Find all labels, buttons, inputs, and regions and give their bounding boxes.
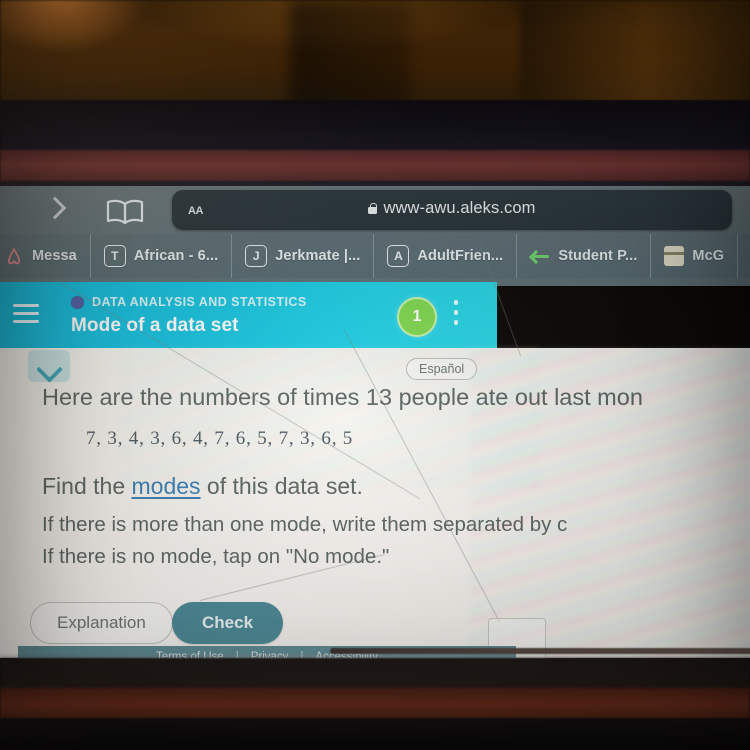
- device-edge-reflection: [330, 648, 750, 654]
- letter-t-icon: T: [103, 245, 126, 267]
- url-text: www-awu.aleks.com: [383, 199, 536, 217]
- browser-chrome: AA www-awu.aleks.com Messa T African - 6…: [0, 186, 750, 286]
- purple-dot-icon: [71, 295, 84, 309]
- explanation-button[interactable]: Explanation: [30, 602, 173, 644]
- topic-category: DATA ANALYSIS AND STATISTICS: [92, 295, 307, 309]
- url-display[interactable]: www-awu.aleks.com: [172, 199, 732, 218]
- tab-label: African - 6...: [133, 248, 219, 264]
- tab-label: Jerkmate |...: [275, 248, 361, 264]
- lock-icon: [368, 203, 378, 214]
- progress-badge[interactable]: 1: [397, 297, 437, 337]
- green-arrow-icon: [530, 246, 550, 266]
- device-bezel-bottom: [0, 658, 750, 692]
- tab-label: AdultFrien...: [417, 248, 504, 264]
- modes-glossary-link[interactable]: modes: [132, 473, 201, 499]
- instruction-no-mode: If there is no mode, tap on "No mode.": [42, 545, 390, 568]
- tab-adultfriend[interactable]: A AdultFrien...: [374, 234, 518, 278]
- hamburger-menu-icon[interactable]: [13, 304, 39, 324]
- question-prefix: Find the: [42, 473, 132, 499]
- tab-label: Messa: [32, 248, 77, 264]
- question-suffix: of this data set.: [200, 473, 363, 499]
- tab-mcgraw[interactable]: McG: [651, 234, 739, 278]
- ambient-background-top-right: [520, 0, 750, 108]
- chevron-right-icon[interactable]: [42, 197, 68, 223]
- question-prompt: Here are the numbers of times 13 people …: [42, 384, 643, 410]
- tab-jerkmate[interactable]: J Jerkmate |...: [232, 234, 375, 278]
- tab-label: Student P...: [558, 248, 638, 264]
- question-instruction: Find the modes of this data set.: [42, 473, 363, 500]
- letter-a-icon: A: [387, 245, 410, 267]
- tab-african[interactable]: T African - 6...: [91, 234, 233, 278]
- tab-label: McG: [692, 248, 725, 264]
- kebab-menu-icon[interactable]: [452, 300, 460, 330]
- topic-kicker: DATA ANALYSIS AND STATISTICS: [71, 295, 307, 309]
- device-bezel-top: [0, 100, 750, 152]
- data-set-values: 7, 3, 4, 3, 6, 4, 7, 6, 5, 7, 3, 6, 5: [86, 428, 354, 449]
- language-toggle-button[interactable]: Español: [406, 358, 478, 380]
- check-button[interactable]: Check: [172, 602, 284, 644]
- tab-messages[interactable]: Messa: [0, 234, 91, 278]
- chevron-down-icon[interactable]: [28, 350, 70, 382]
- photo-screenshot: AA www-awu.aleks.com Messa T African - 6…: [0, 0, 750, 750]
- ambient-shadow-bottom: [0, 718, 750, 750]
- browser-toolbar: AA www-awu.aleks.com: [0, 186, 750, 234]
- instruction-multiple-modes: If there is more than one mode, write th…: [42, 513, 568, 536]
- tab-strip[interactable]: Messa T African - 6... J Jerkmate |... A…: [0, 234, 750, 278]
- mcgraw-hill-icon: [664, 246, 685, 266]
- letter-j-icon: J: [245, 245, 268, 267]
- tab-student-portal[interactable]: Student P...: [517, 234, 652, 278]
- page-title: Mode of a data set: [71, 315, 239, 336]
- airbnb-icon: [4, 246, 24, 266]
- book-icon[interactable]: [106, 199, 144, 225]
- address-bar[interactable]: AA www-awu.aleks.com: [172, 190, 732, 230]
- reflection-band-red: [0, 150, 750, 183]
